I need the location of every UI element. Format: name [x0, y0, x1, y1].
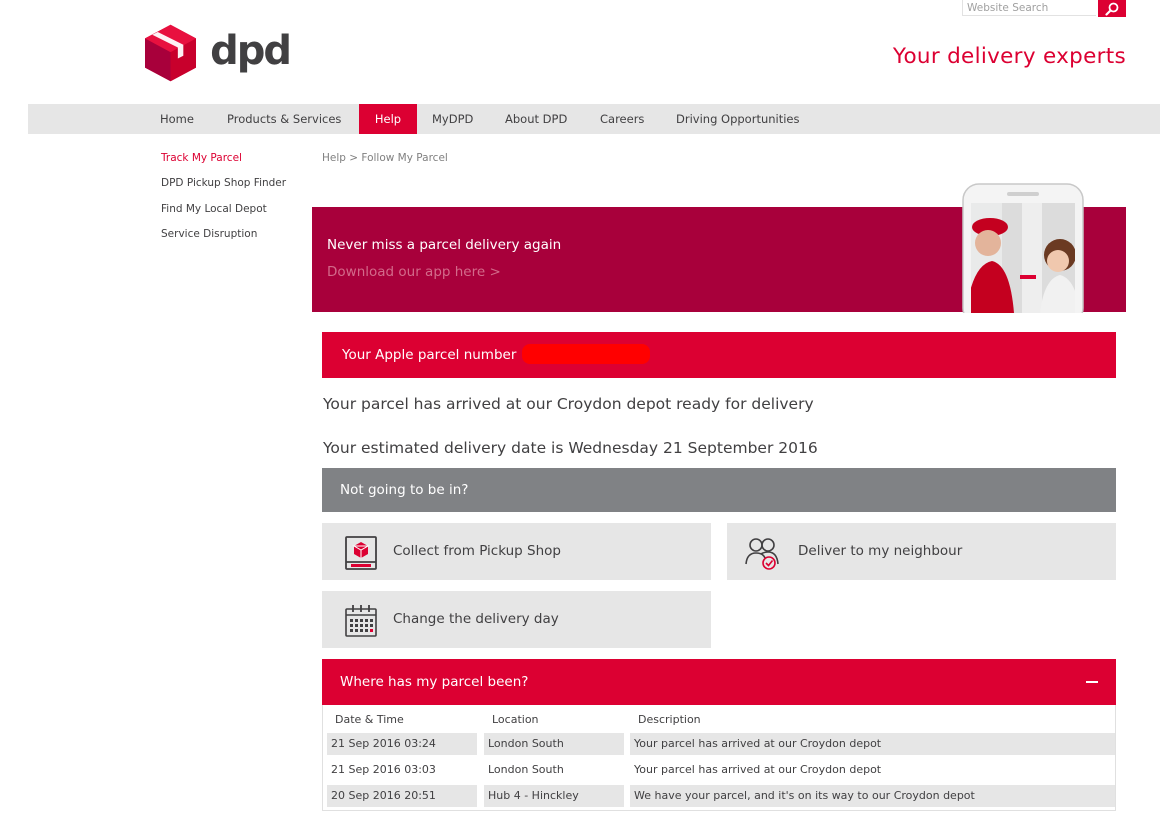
- pickup-shop-icon: [345, 536, 377, 570]
- sidebar-item-find-local-depot[interactable]: Find My Local Depot: [161, 203, 267, 215]
- parcel-history-title: Where has my parcel been?: [340, 674, 529, 690]
- nav-mydpd[interactable]: MyDPD: [432, 104, 473, 134]
- not-going-to-be-in-title: Not going to be in?: [340, 482, 469, 498]
- calendar-icon: [345, 605, 377, 637]
- parcel-history-table: Date & Time Location Description 21 Sep …: [322, 705, 1116, 811]
- website-search: [962, 0, 1126, 17]
- deliver-to-neighbour-label: Deliver to my neighbour: [798, 543, 963, 559]
- main-nav: Home Products & Services Help MyDPD Abou…: [28, 104, 1160, 134]
- estimated-delivery: Your estimated delivery date is Wednesda…: [323, 439, 818, 457]
- change-delivery-day-button[interactable]: Change the delivery day: [322, 591, 711, 648]
- sidebar-item-pickup-shop-finder[interactable]: DPD Pickup Shop Finder: [161, 177, 286, 189]
- redacted-parcel-number: [522, 344, 650, 364]
- logo-text: dpd: [210, 28, 292, 74]
- nav-careers[interactable]: Careers: [600, 104, 644, 134]
- nav-driving-opportunities[interactable]: Driving Opportunities: [676, 104, 800, 134]
- cell-location: London South: [488, 763, 564, 776]
- collect-from-pickup-shop-label: Collect from Pickup Shop: [393, 543, 561, 559]
- download-app-link[interactable]: Download our app here >: [327, 264, 501, 280]
- table-row: 21 Sep 2016 03:24 London South Your parc…: [327, 733, 1115, 755]
- cell-description: Your parcel has arrived at our Croydon d…: [634, 763, 882, 776]
- phone-image: [962, 183, 1084, 313]
- cell-date-time: 21 Sep 2016 03:24: [327, 733, 477, 755]
- cell-location: Hub 4 - Hinckley: [484, 785, 624, 807]
- nav-home[interactable]: Home: [160, 104, 194, 134]
- dpd-cube-icon: [145, 24, 197, 82]
- deliver-to-neighbour-button[interactable]: Deliver to my neighbour: [727, 523, 1116, 580]
- collect-from-pickup-shop-button[interactable]: Collect from Pickup Shop: [322, 523, 711, 580]
- cell-date-time: 20 Sep 2016 20:51: [327, 785, 477, 807]
- cell-date-time: 21 Sep 2016 03:03: [331, 763, 436, 776]
- parcel-number-label: Your Apple parcel number: [342, 347, 517, 363]
- banner-title: Never miss a parcel delivery again: [327, 237, 562, 253]
- cell-location: London South: [484, 733, 624, 755]
- change-delivery-day-label: Change the delivery day: [393, 611, 559, 627]
- nav-about-dpd[interactable]: About DPD: [505, 104, 567, 134]
- column-header-date-time: Date & Time: [335, 713, 404, 726]
- table-row: 21 Sep 2016 03:03 London South Your parc…: [327, 759, 1115, 781]
- collapse-icon: [1086, 681, 1098, 683]
- search-input[interactable]: [962, 0, 1096, 16]
- cell-description: We have your parcel, and it's on its way…: [630, 785, 1115, 807]
- search-icon: [1105, 2, 1119, 16]
- tagline: Your delivery experts: [892, 44, 1126, 69]
- column-header-location: Location: [492, 713, 539, 726]
- not-going-to-be-in-bar: Not going to be in?: [322, 468, 1116, 512]
- neighbour-icon: [745, 538, 779, 570]
- nav-products-services[interactable]: Products & Services: [227, 104, 341, 134]
- parcel-history-toggle[interactable]: Where has my parcel been?: [322, 659, 1116, 705]
- nav-help[interactable]: Help: [359, 104, 417, 134]
- table-row: 20 Sep 2016 20:51 Hub 4 - Hinckley We ha…: [327, 785, 1115, 807]
- parcel-status: Your parcel has arrived at our Croydon d…: [323, 395, 814, 413]
- cell-description: Your parcel has arrived at our Croydon d…: [630, 733, 1115, 755]
- parcel-number-bar: Your Apple parcel number: [322, 332, 1116, 378]
- breadcrumb: Help > Follow My Parcel: [322, 152, 448, 164]
- sidebar-item-service-disruption[interactable]: Service Disruption: [161, 228, 257, 240]
- sidebar-item-track-my-parcel[interactable]: Track My Parcel: [161, 152, 242, 164]
- search-button[interactable]: [1098, 0, 1126, 17]
- dpd-logo[interactable]: dpd: [145, 21, 292, 85]
- column-header-description: Description: [638, 713, 701, 726]
